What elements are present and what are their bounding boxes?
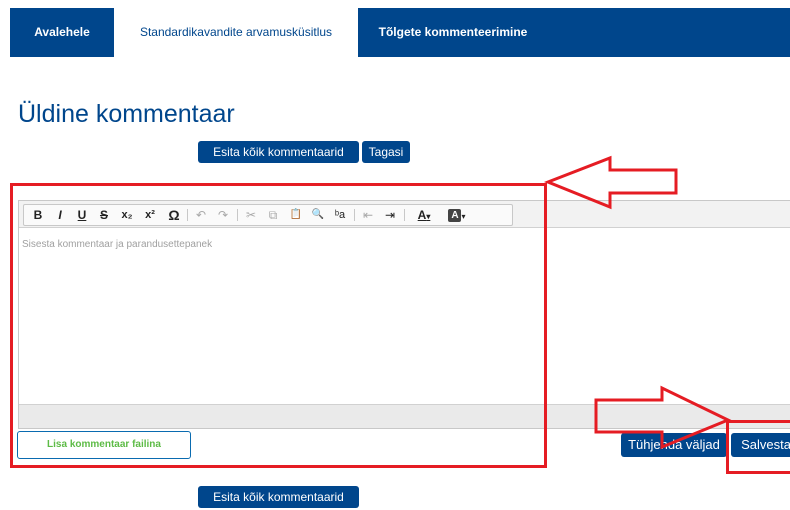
annotation-arrow-editor: [543, 155, 678, 210]
annotation-arrows: [543, 155, 732, 450]
annotation-arrow-save: [594, 385, 732, 450]
